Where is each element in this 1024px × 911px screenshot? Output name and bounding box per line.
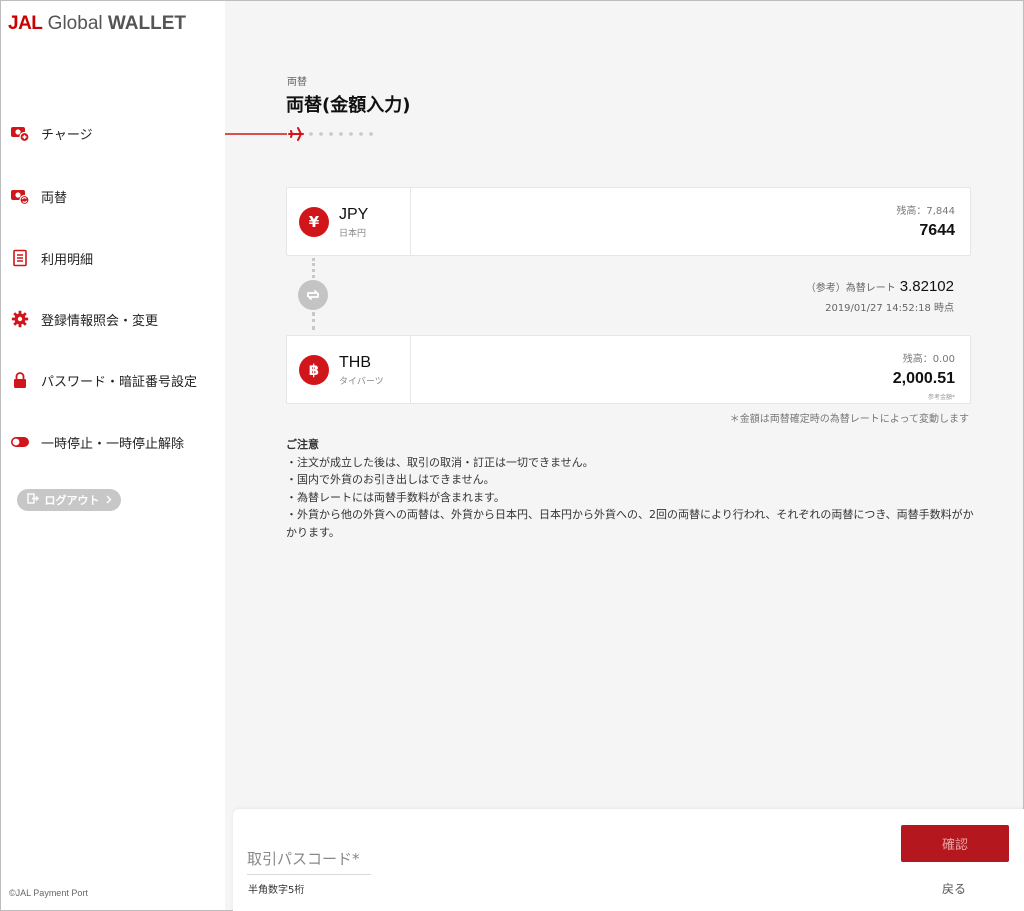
note-item: ・外貨から他の外貨への両替は、外貨から日本円、日本円から外貨への、2回の両替によ… bbox=[286, 508, 974, 539]
sidebar-item-label: パスワード・暗証番号設定 bbox=[41, 374, 198, 390]
connector-line bbox=[312, 312, 315, 330]
airplane-icon bbox=[288, 127, 304, 141]
sidebar-item-label: 利用明細 bbox=[41, 252, 94, 268]
sidebar-item-label: チャージ bbox=[41, 127, 93, 143]
logo-brand: JAL bbox=[8, 13, 43, 34]
balance-label: 残高：7,844 bbox=[896, 206, 955, 217]
from-currency-card: ¥ JPY 日本円 残高：7,844 7644 bbox=[286, 187, 971, 256]
currency-code: JPY bbox=[339, 206, 369, 223]
to-currency-card: ฿ THB タイバーツ 残高：0.00 2,000.51 参考金額* bbox=[286, 335, 971, 404]
sidebar-item-charge[interactable]: チャージ bbox=[9, 118, 93, 148]
passcode-hint: 半角数字5桁 bbox=[248, 885, 305, 896]
yen-icon: ¥ bbox=[299, 207, 329, 237]
wallet-exchange-icon bbox=[9, 185, 31, 207]
sidebar-item-label: 登録情報照会・変更 bbox=[41, 313, 159, 329]
logo-global: Global bbox=[42, 13, 108, 34]
sidebar-item-label: 一時停止・一時停止解除 bbox=[41, 436, 185, 452]
lock-icon bbox=[9, 369, 31, 391]
swap-button[interactable] bbox=[298, 280, 328, 310]
sidebar-item-statement[interactable]: 利用明細 bbox=[9, 243, 93, 273]
swap-icon bbox=[306, 290, 320, 300]
to-amount-input[interactable]: 2,000.51 bbox=[893, 370, 955, 388]
sidebar: JAL Global WALLET チャージ 両替 利用明細 登録情報照会・変更… bbox=[1, 1, 225, 910]
balance-label: 残高：0.00 bbox=[902, 354, 955, 365]
logout-label: ログアウト bbox=[44, 494, 100, 507]
note-item: ・注文が成立した後は、取引の取消・訂正は一切できません。 bbox=[286, 455, 594, 469]
exchange-rate: （参考）為替レート 3.82102 bbox=[806, 278, 954, 295]
chevron-right-icon bbox=[106, 494, 112, 507]
wallet-charge-icon bbox=[9, 122, 31, 144]
sidebar-item-password[interactable]: パスワード・暗証番号設定 bbox=[9, 365, 197, 395]
currency-name: タイバーツ bbox=[339, 377, 384, 387]
passcode-input[interactable] bbox=[247, 843, 371, 875]
note-item: ・為替レートには両替手数料が含まれます。 bbox=[286, 490, 505, 504]
logo-wallet: WALLET bbox=[107, 13, 186, 34]
from-amount-input[interactable]: 7644 bbox=[919, 222, 955, 240]
rate-prefix: （参考）為替レート bbox=[805, 283, 896, 294]
breadcrumb: 両替 bbox=[287, 77, 307, 88]
step-progress bbox=[225, 123, 385, 145]
currency-selector[interactable]: ¥ JPY 日本円 bbox=[287, 188, 411, 255]
sidebar-item-label: 両替 bbox=[41, 190, 68, 206]
note-item: ・国内で外貨のお引き出しはできません。 bbox=[286, 473, 495, 486]
confirm-button[interactable]: 確認 bbox=[901, 825, 1009, 862]
currency-selector[interactable]: ฿ THB タイバーツ bbox=[287, 336, 411, 403]
logout-icon bbox=[26, 493, 39, 507]
rate-value: 3.82102 bbox=[899, 278, 954, 295]
action-panel: 半角数字5桁 確認 戻る bbox=[233, 809, 1024, 911]
notes-title: ご注意 bbox=[286, 438, 319, 451]
reference-amount-caption: 参考金額* bbox=[927, 394, 955, 401]
gear-icon bbox=[9, 308, 31, 330]
currency-name: 日本円 bbox=[339, 229, 367, 239]
back-link[interactable]: 戻る bbox=[942, 880, 966, 897]
logout-button[interactable]: ログアウト bbox=[17, 489, 121, 511]
baht-icon: ฿ bbox=[299, 355, 329, 385]
caution-notes: ご注意 ・注文が成立した後は、取引の取消・訂正は一切できません。 ・国内で外貨の… bbox=[286, 436, 976, 541]
sidebar-item-suspend[interactable]: 一時停止・一時停止解除 bbox=[9, 427, 184, 457]
copyright: ©JAL Payment Port bbox=[9, 888, 88, 898]
currency-code: THB bbox=[339, 354, 371, 371]
rate-timestamp: 2019/01/27 14:52:18 時点 bbox=[825, 303, 954, 314]
toggle-icon bbox=[9, 431, 31, 453]
list-document-icon bbox=[9, 247, 31, 269]
page-title: 両替(金額入力) bbox=[286, 95, 411, 116]
app-logo[interactable]: JAL Global WALLET bbox=[8, 13, 186, 35]
sidebar-item-profile[interactable]: 登録情報照会・変更 bbox=[9, 304, 158, 334]
sidebar-item-exchange[interactable]: 両替 bbox=[9, 181, 67, 211]
amount-note: ＊金額は両替確定時の為替レートによって変動します bbox=[729, 414, 969, 425]
connector-line bbox=[312, 258, 315, 278]
